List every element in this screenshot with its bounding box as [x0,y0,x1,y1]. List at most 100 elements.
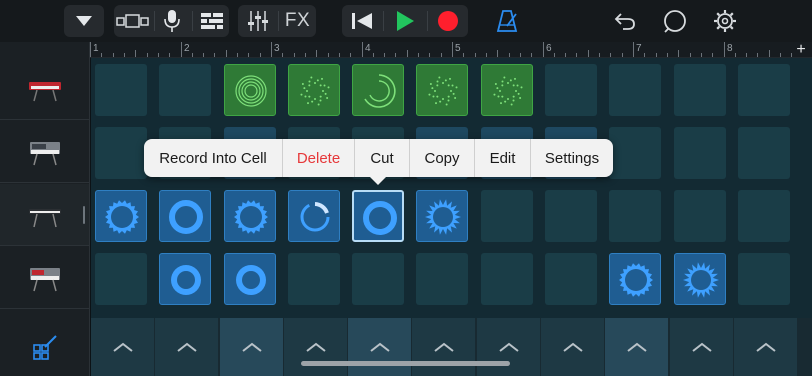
loop-cell-blue[interactable] [95,190,147,242]
column-trigger-button[interactable] [605,318,668,376]
track-header-4[interactable] [0,247,89,309]
settings-item[interactable]: Settings [531,139,613,177]
go-to-start-icon [352,13,372,29]
empty-cell[interactable] [95,253,147,305]
column-trigger-button[interactable] [670,318,733,376]
loop-cell-green[interactable] [481,64,533,116]
play-button[interactable] [384,5,426,37]
edit-item[interactable]: Edit [475,139,531,177]
microphone-button[interactable] [156,5,188,37]
empty-cell[interactable] [545,64,597,116]
empty-cell[interactable] [609,127,661,179]
waveform-icon [425,199,461,235]
column-trigger-button[interactable] [155,318,218,376]
ruler-tick [90,42,91,57]
ruler-tick [667,53,668,57]
loop-cell-blue[interactable] [674,253,726,305]
loop-icon [664,10,686,33]
ruler-tick [395,53,396,57]
loop-cell-blue[interactable] [159,253,211,305]
browser-button[interactable] [64,5,104,37]
waveform-icon [300,202,330,232]
metronome-button[interactable] [490,5,524,37]
loop-cell-green[interactable] [288,64,340,116]
bar-number: 8 [727,43,733,54]
red-keyboard-icon [28,81,61,101]
tracks-view-button[interactable] [114,5,152,37]
ruler-tick [305,53,306,57]
loop-cell-green[interactable] [352,64,404,116]
add-section-button[interactable]: + [794,42,808,58]
settings-button[interactable] [708,5,742,37]
empty-cell[interactable] [674,64,726,116]
empty-cell[interactable] [738,253,790,305]
record-into-cell-item[interactable]: Record Into Cell [144,139,283,177]
chevron-up-icon [755,342,776,352]
cell-edit-icon [32,335,57,360]
ruler-tick [497,50,498,57]
empty-cell[interactable] [609,64,661,116]
empty-cell[interactable] [95,127,147,179]
record-button[interactable] [428,5,468,37]
loop-cell-blue[interactable] [224,190,276,242]
delete-item[interactable]: Delete [283,139,355,177]
column-trigger-button[interactable] [284,318,347,376]
empty-cell[interactable] [738,127,790,179]
empty-cell[interactable] [416,253,468,305]
go-to-start-button[interactable] [342,5,382,37]
column-trigger-button[interactable] [91,318,154,376]
empty-cell[interactable] [545,190,597,242]
column-trigger-button[interactable] [220,318,283,376]
live-loops-button[interactable] [194,5,229,37]
loop-cell-blue[interactable] [416,190,468,242]
loop-cell-green[interactable] [416,64,468,116]
mixer-button[interactable] [238,5,278,37]
loop-cell-blue[interactable] [288,190,340,242]
cut-item[interactable]: Cut [355,139,410,177]
empty-cell[interactable] [545,253,597,305]
waveform-icon [493,76,523,106]
ruler-tick [226,50,227,57]
copy-item[interactable]: Copy [410,139,475,177]
ruler-tick [463,53,464,57]
mixer-sliders-icon [248,11,268,31]
ruler-tick [124,53,125,57]
ruler-tick [769,50,770,57]
home-indicator [301,361,510,366]
edit-cells-button[interactable] [0,318,89,376]
bar-ruler[interactable]: 1 2 3 4 5 6 7 8 [90,42,812,58]
track-header-1[interactable] [0,58,89,120]
empty-cell[interactable] [481,190,533,242]
track-header-2[interactable] [0,121,89,183]
empty-cell[interactable] [674,127,726,179]
context-menu-pointer [369,176,387,185]
loop-cell-blue[interactable] [159,190,211,242]
empty-cell[interactable] [674,190,726,242]
empty-cell[interactable] [738,64,790,116]
column-trigger-button[interactable] [412,318,475,376]
column-trigger-button[interactable] [541,318,604,376]
ruler-tick [192,53,193,57]
loop-cell-green[interactable] [224,64,276,116]
column-trigger-button[interactable] [348,318,411,376]
loop-cell-blue[interactable] [609,253,661,305]
track-resize-handle[interactable] [83,206,85,224]
empty-cell[interactable] [738,190,790,242]
empty-cell[interactable] [288,253,340,305]
fx-button[interactable]: FX [279,5,316,37]
column-trigger-button[interactable] [477,318,540,376]
empty-cell[interactable] [95,64,147,116]
track-header-3[interactable] [0,184,89,246]
empty-cell[interactable] [159,64,211,116]
loop-cell-blue[interactable] [224,253,276,305]
empty-cell[interactable] [481,253,533,305]
ruler-tick [690,53,691,57]
empty-cell[interactable] [609,190,661,242]
undo-button[interactable] [610,5,640,37]
waveform-icon [234,200,268,234]
loop-browser-button[interactable] [658,5,692,37]
column-trigger-button[interactable] [734,318,797,376]
live-loops-grid [91,58,812,318]
empty-cell[interactable] [352,253,404,305]
loop-cell-selected[interactable] [352,190,404,242]
